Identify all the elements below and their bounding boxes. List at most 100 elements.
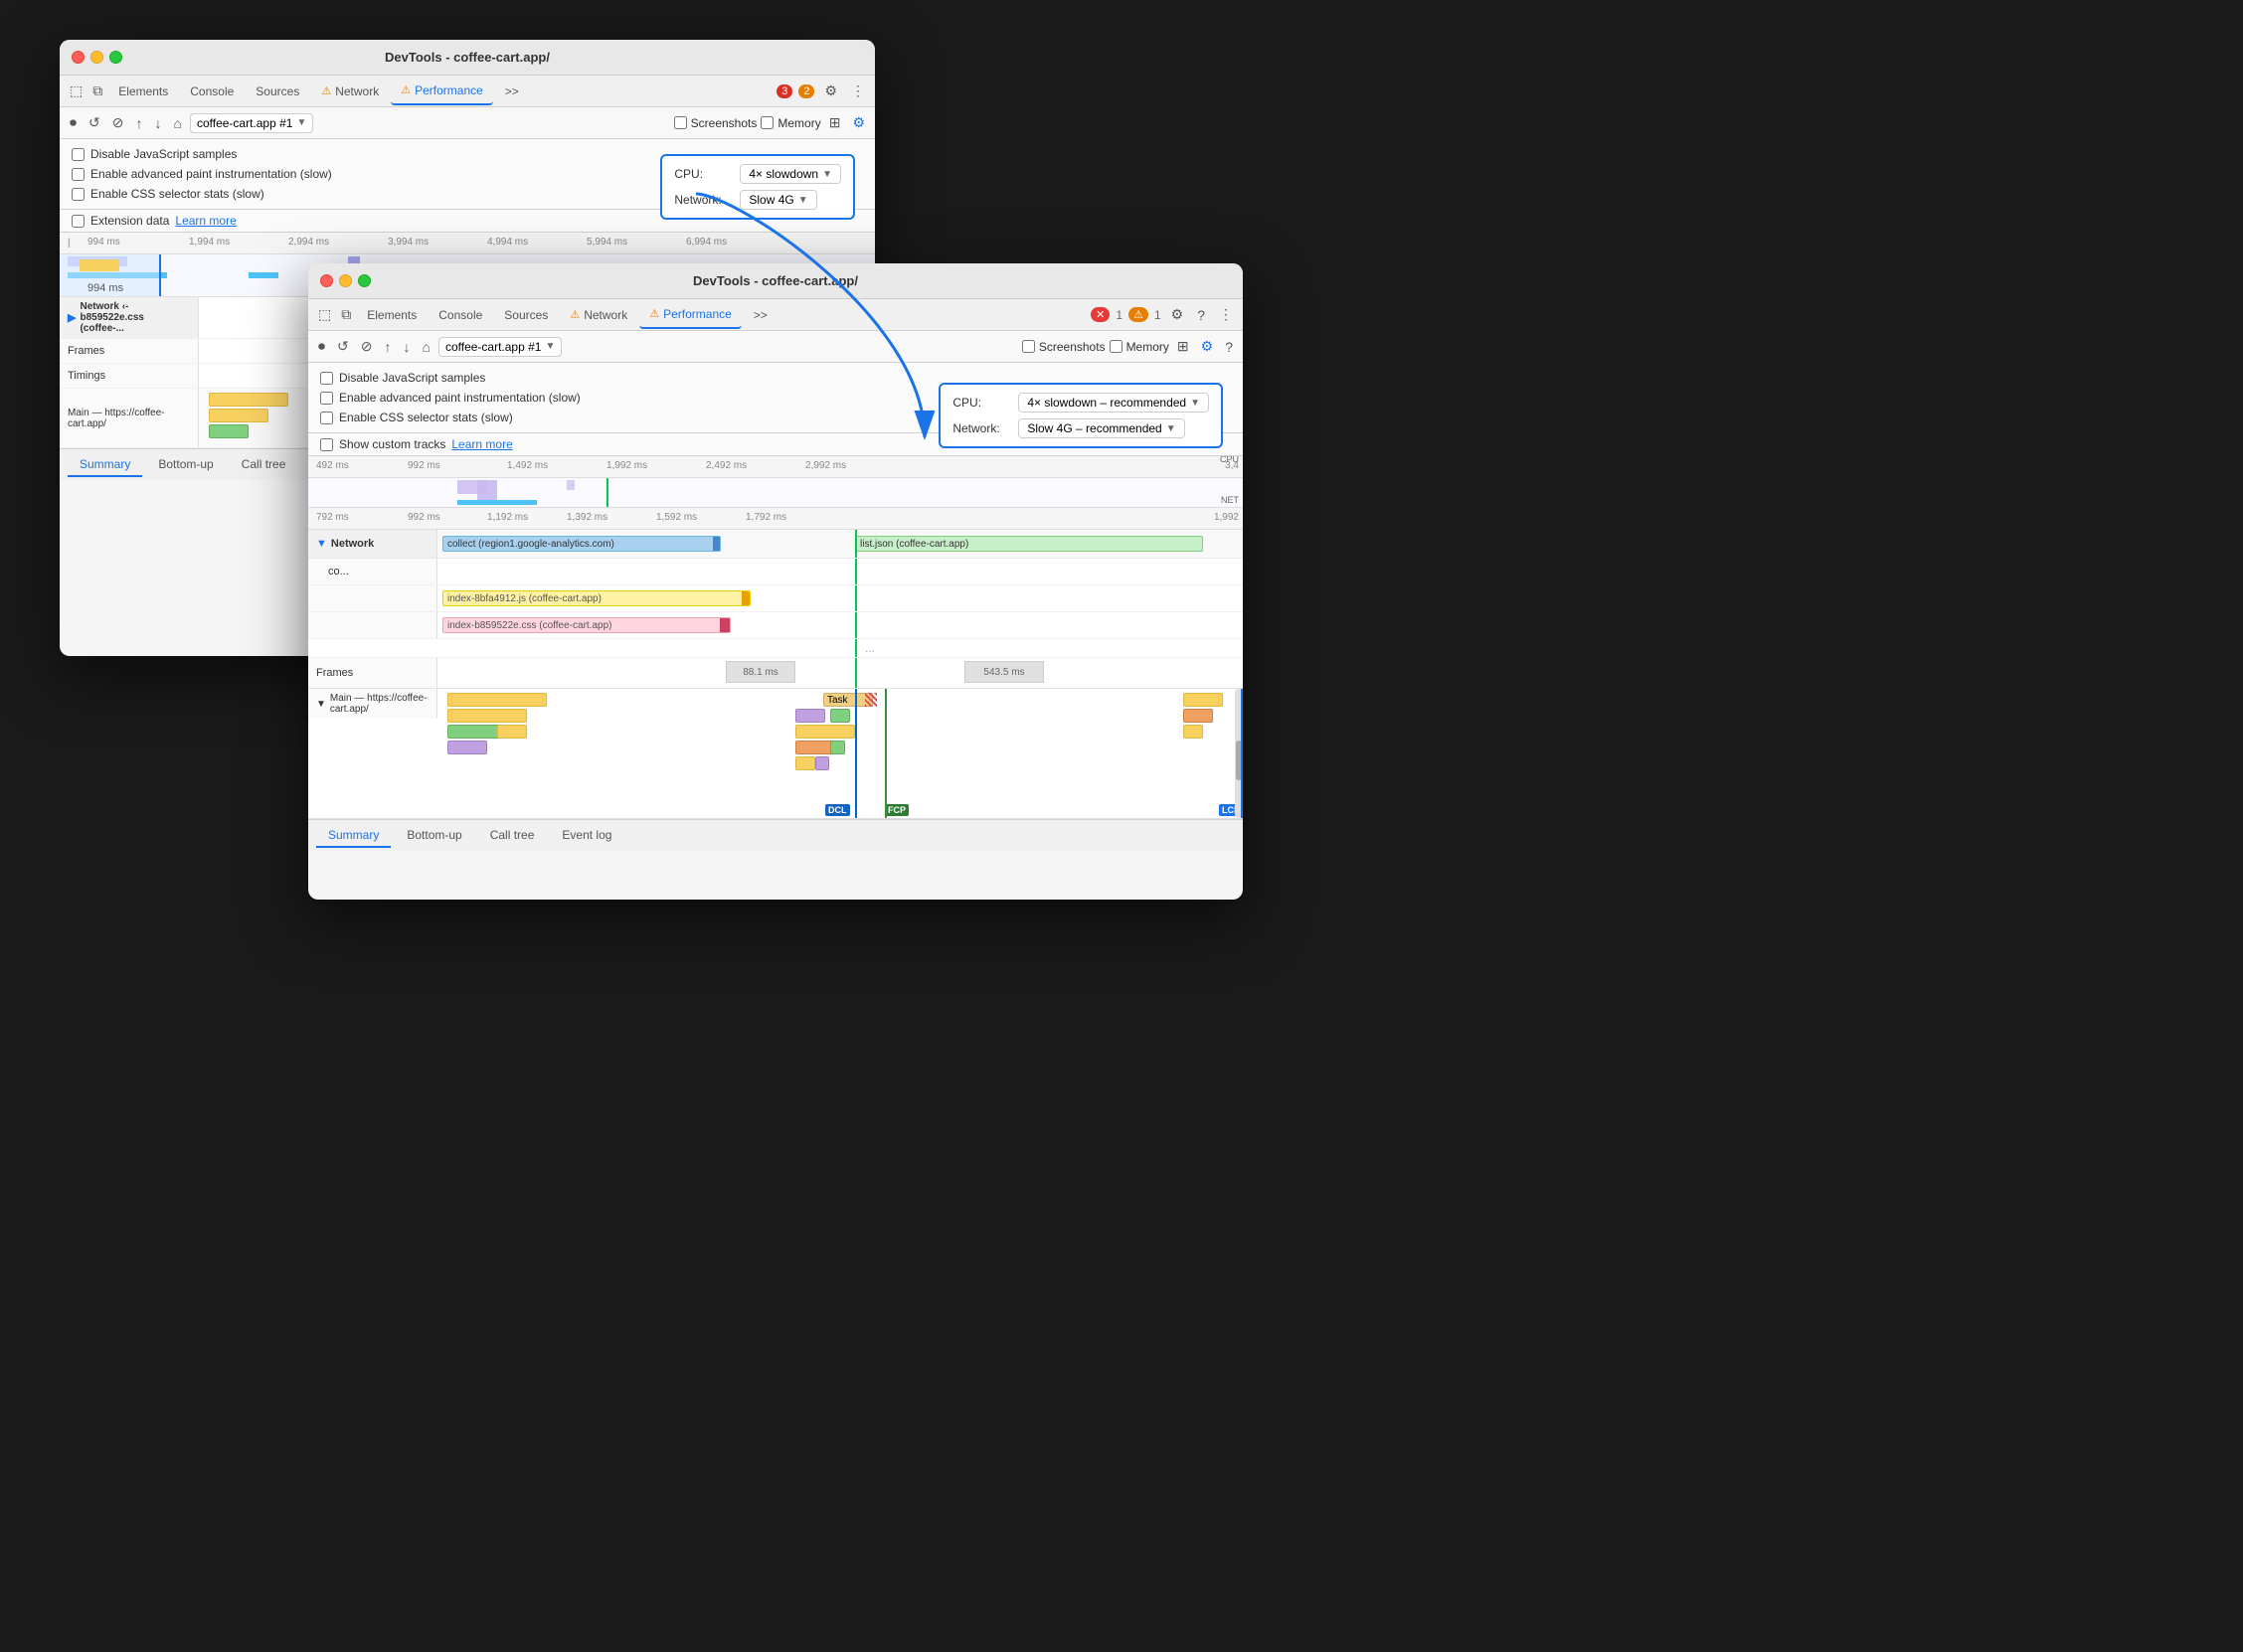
tab-console-back[interactable]: Console: [180, 78, 244, 105]
advanced-paint-checkbox-back[interactable]: Enable advanced paint instrumentation (s…: [72, 167, 332, 181]
network-conditions-icon-back[interactable]: ⊞: [825, 112, 845, 133]
index-css-bar-front[interactable]: index-b859522e.css (coffee-cart.app): [442, 617, 731, 633]
tracks-scrollbar-front[interactable]: [1235, 689, 1243, 818]
tab-console-front[interactable]: Console: [429, 301, 492, 329]
help-icon-front[interactable]: ?: [1193, 305, 1209, 325]
network-select-back[interactable]: Slow 4G ▼: [740, 190, 816, 210]
ruler-bot-792: 792 ms: [316, 512, 349, 523]
target-selector-front[interactable]: coffee-cart.app #1 ▼: [438, 337, 562, 357]
record-icon-front[interactable]: ⏺: [314, 336, 329, 357]
advanced-paint-checkbox-front[interactable]: Enable advanced paint instrumentation (s…: [320, 391, 581, 405]
network-content-front: collect (region1.google-analytics.com) l…: [437, 530, 1243, 558]
target-selector-back[interactable]: coffee-cart.app #1 ▼: [190, 113, 313, 133]
screenshots-checkbox-back[interactable]: Screenshots: [674, 116, 758, 130]
flame-f-10: [795, 756, 815, 770]
close-button-back[interactable]: [72, 51, 85, 64]
record-icon-back[interactable]: ⏺: [66, 112, 81, 133]
disable-js-checkbox-front[interactable]: Disable JavaScript samples: [320, 371, 485, 385]
clear-icon-front[interactable]: ⊘: [357, 336, 377, 357]
orange-count-front: 1: [1154, 308, 1161, 322]
cpu-select-front[interactable]: 4× slowdown – recommended ▼: [1018, 393, 1209, 413]
download-icon-front[interactable]: ↓: [399, 337, 414, 357]
tab-elements-back[interactable]: Elements: [108, 78, 178, 105]
network-expand-icon-back[interactable]: ▶: [68, 311, 76, 324]
scrollbar-thumb-front[interactable]: [1236, 741, 1242, 780]
call-tree-tab-front[interactable]: Call tree: [478, 824, 547, 848]
maximize-button-front[interactable]: [358, 274, 371, 287]
extension-data-checkbox-back[interactable]: Extension data: [72, 214, 169, 228]
download-icon-back[interactable]: ↓: [150, 113, 165, 133]
upload-icon-back[interactable]: ↑: [131, 113, 146, 133]
inspect-icon-back[interactable]: ⬚: [66, 81, 86, 101]
call-tree-tab-back[interactable]: Call tree: [230, 453, 298, 477]
summary-tab-back[interactable]: Summary: [68, 453, 142, 477]
device-icon-back[interactable]: ⧉: [88, 81, 106, 101]
tab-sources-front[interactable]: Sources: [494, 301, 558, 329]
help-icon2-front[interactable]: ?: [1221, 337, 1237, 357]
target-chevron-front: ▼: [545, 341, 555, 352]
badge-red-front: ✕: [1091, 307, 1110, 322]
clear-icon-back[interactable]: ⊘: [108, 112, 128, 133]
maximize-button-back[interactable]: [109, 51, 122, 64]
tab-network-front[interactable]: ⚠ Network: [560, 301, 637, 329]
timeline-ruler-top-front: 492 ms 992 ms 1,492 ms 1,992 ms 2,492 ms…: [308, 456, 1243, 478]
minimize-button-front[interactable]: [339, 274, 352, 287]
settings-icon-front[interactable]: ⚙: [1167, 304, 1188, 325]
show-custom-checkbox-front[interactable]: Show custom tracks: [320, 437, 445, 451]
tab-network-back[interactable]: ⚠ Network: [311, 78, 389, 105]
perf-warning-icon-back: ⚠: [401, 83, 411, 96]
fcp-badge-front: FCP: [885, 804, 909, 816]
close-button-front[interactable]: [320, 274, 333, 287]
event-log-tab-front[interactable]: Event log: [550, 824, 623, 848]
settings-gear-icon-back[interactable]: ⚙: [848, 112, 869, 133]
home-icon-front[interactable]: ⌂: [418, 337, 433, 357]
css-selector-checkbox-back[interactable]: Enable CSS selector stats (slow): [72, 187, 264, 201]
learn-more-link-back[interactable]: Learn more: [175, 214, 236, 228]
dcl-line-front: [855, 689, 857, 818]
tab-more-front[interactable]: >>: [744, 301, 777, 329]
network-conditions-icon-front[interactable]: ⊞: [1173, 336, 1193, 357]
device-icon-front[interactable]: ⧉: [337, 304, 355, 325]
more-icon-front[interactable]: ⋮: [1215, 304, 1237, 325]
upload-icon-front[interactable]: ↑: [380, 337, 395, 357]
bottom-up-tab-back[interactable]: Bottom-up: [146, 453, 225, 477]
cpu-select-chevron-back: ▼: [822, 169, 832, 180]
reload-icon-back[interactable]: ↺: [85, 112, 104, 133]
memory-checkbox-front[interactable]: Memory: [1110, 340, 1169, 354]
learn-more-link-front[interactable]: Learn more: [451, 437, 512, 451]
css-selector-checkbox-front[interactable]: Enable CSS selector stats (slow): [320, 411, 513, 424]
screenshots-checkbox-front[interactable]: Screenshots: [1022, 340, 1106, 354]
home-icon-back[interactable]: ⌂: [169, 113, 185, 133]
reload-icon-front[interactable]: ↺: [333, 336, 353, 357]
network-expand-icon-front[interactable]: ▼: [316, 538, 327, 550]
network-section-label-front: ▼ Network: [308, 530, 437, 558]
red-count-front: 1: [1116, 308, 1122, 322]
more-icon-back[interactable]: ⋮: [847, 81, 869, 101]
disable-js-checkbox-back[interactable]: Disable JavaScript samples: [72, 147, 237, 161]
list-json-bar-front[interactable]: list.json (coffee-cart.app): [855, 536, 1203, 552]
tab-more-back[interactable]: >>: [495, 78, 529, 105]
collect-bar-front[interactable]: collect (region1.google-analytics.com): [442, 536, 721, 552]
memory-checkbox-back[interactable]: Memory: [761, 116, 820, 130]
tab-performance-front[interactable]: ⚠ Performance: [639, 301, 742, 329]
main-arrow-front[interactable]: ▼: [316, 699, 326, 710]
summary-tab-front[interactable]: Summary: [316, 824, 391, 848]
settings-icon-back[interactable]: ⚙: [820, 81, 841, 101]
bottom-up-tab-front[interactable]: Bottom-up: [395, 824, 473, 848]
tab-sources-back[interactable]: Sources: [246, 78, 309, 105]
inspect-icon-front[interactable]: ⬚: [314, 304, 335, 325]
net-mini-bar-2: [249, 272, 278, 278]
ruler-bot-1792: 1,792 ms: [746, 512, 786, 523]
target-chevron-back: ▼: [296, 117, 306, 128]
cpu-select-back[interactable]: 4× slowdown ▼: [740, 164, 841, 184]
settings-gear-icon-front[interactable]: ⚙: [1197, 336, 1218, 357]
index-css-label-front: [308, 612, 437, 638]
traffic-lights-front: [320, 274, 371, 287]
minimize-button-back[interactable]: [90, 51, 103, 64]
index-js-bar-front[interactable]: index-8bfa4912.js (coffee-cart.app): [442, 590, 751, 606]
tab-performance-back[interactable]: ⚠ Performance: [391, 78, 493, 105]
ruler-bot-1392: 1,392 ms: [567, 512, 607, 523]
network-select-front[interactable]: Slow 4G – recommended ▼: [1018, 418, 1184, 438]
network-section-header-front: ▼ Network collect (region1.google-analyt…: [308, 530, 1243, 559]
tab-elements-front[interactable]: Elements: [357, 301, 427, 329]
